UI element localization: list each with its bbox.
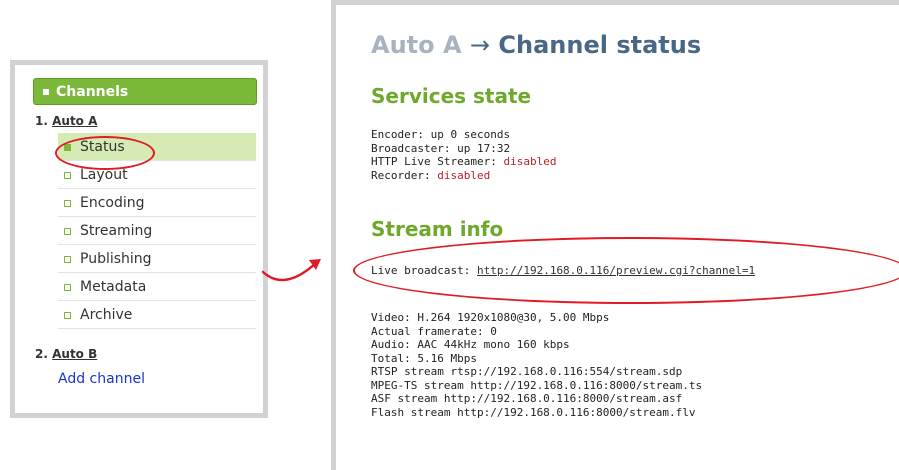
service-status-disabled: disabled bbox=[437, 168, 491, 182]
sidebar-item-archive[interactable]: Archive bbox=[58, 301, 256, 329]
stream-detail-line: ASF stream http://192.168.0.116:8000/str… bbox=[371, 392, 683, 405]
sidebar-item-label: Archive bbox=[80, 307, 133, 323]
channel-title-auto-b: 2. Auto B bbox=[35, 347, 97, 361]
stream-detail-line: Audio: AAC 44kHz mono 160 kbps bbox=[371, 338, 570, 351]
channel-title-auto-a: 1. Auto A bbox=[35, 114, 97, 128]
service-value: up 0 seconds bbox=[430, 128, 511, 141]
channel-number: 2. bbox=[35, 347, 48, 361]
sidebar-item-label: Metadata bbox=[80, 279, 147, 295]
stream-detail-line: RTSP stream rtsp://192.168.0.116:554/str… bbox=[371, 365, 683, 378]
channels-header[interactable]: Channels bbox=[33, 78, 257, 105]
bullet-icon bbox=[64, 256, 71, 263]
service-status-disabled: disabled bbox=[503, 155, 557, 168]
sidebar-item-encoding[interactable]: Encoding bbox=[58, 189, 256, 217]
bullet-icon bbox=[64, 200, 71, 207]
sidebar-item-label: Encoding bbox=[80, 195, 145, 211]
add-channel-link[interactable]: Add channel bbox=[58, 371, 145, 387]
breadcrumb-arrow-icon: → bbox=[469, 31, 491, 59]
channels-sidebar: Channels 1. Auto A Status Layout Encodin… bbox=[10, 60, 268, 418]
service-label: HTTP Live Streamer: bbox=[371, 155, 497, 168]
service-label: Recorder: bbox=[371, 168, 431, 182]
service-label: Broadcaster: bbox=[371, 141, 451, 155]
service-label: Encoder: bbox=[371, 128, 424, 141]
bullet-icon bbox=[64, 172, 71, 179]
sidebar-item-metadata[interactable]: Metadata bbox=[58, 273, 256, 301]
stream-details: Video: H.264 1920x1080@30, 5.00 Mbps Act… bbox=[371, 311, 702, 419]
bullet-icon bbox=[64, 312, 71, 319]
services-state-list: Encoder: up 0 seconds Broadcaster: up 17… bbox=[371, 128, 556, 182]
bullet-icon bbox=[64, 228, 71, 235]
channel-status-panel: Auto A → Channel status Services state E… bbox=[331, 0, 899, 470]
sidebar-item-publishing[interactable]: Publishing bbox=[58, 245, 256, 273]
channels-header-label: Channels bbox=[56, 84, 129, 100]
highlight-oval bbox=[55, 136, 155, 170]
stream-detail-line: Total: 5.16 Mbps bbox=[371, 351, 477, 365]
sidebar-item-label: Streaming bbox=[80, 223, 153, 239]
channel-link-auto-a[interactable]: Auto A bbox=[52, 114, 97, 128]
bullet-icon bbox=[64, 284, 71, 291]
stream-detail-line: Video: H.264 1920x1080@30, 5.00 Mbps bbox=[371, 311, 610, 324]
page-title: Auto A → Channel status bbox=[371, 31, 701, 59]
sidebar-item-streaming[interactable]: Streaming bbox=[58, 217, 256, 245]
services-state-heading: Services state bbox=[371, 84, 532, 108]
service-value: up 17:32 bbox=[457, 141, 511, 155]
channels-bullet-icon bbox=[43, 89, 49, 95]
stream-info-heading: Stream info bbox=[371, 217, 504, 241]
curved-arrow-icon bbox=[261, 259, 321, 282]
stream-detail-line: MPEG-TS stream http://192.168.0.116:8000… bbox=[371, 378, 703, 392]
highlight-oval bbox=[353, 237, 899, 304]
stream-detail-line: Flash stream http://192.168.0.116:8000/s… bbox=[371, 405, 696, 419]
page-title-text: Channel status bbox=[498, 31, 702, 59]
channel-number: 1. bbox=[35, 114, 48, 128]
sidebar-item-label: Publishing bbox=[80, 251, 152, 267]
channel-link-auto-b[interactable]: Auto B bbox=[52, 347, 97, 361]
stream-detail-line: Actual framerate: 0 bbox=[371, 324, 497, 338]
breadcrumb-channel[interactable]: Auto A bbox=[371, 31, 462, 59]
